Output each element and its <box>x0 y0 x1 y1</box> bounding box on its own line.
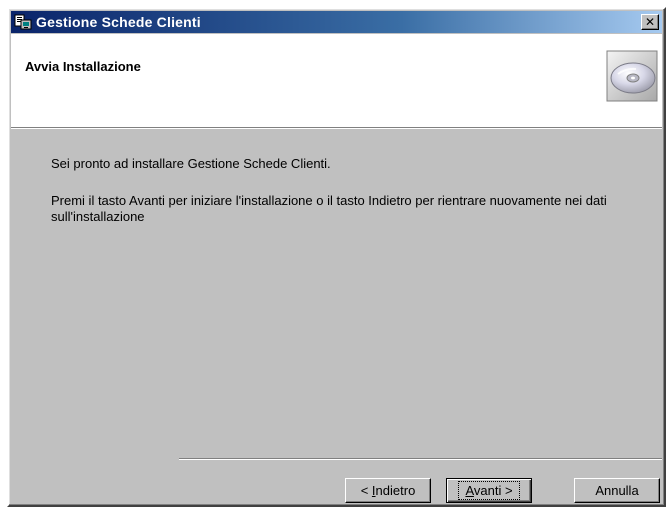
next-button[interactable]: Avanti > <box>446 478 532 503</box>
installer-icon <box>14 14 32 30</box>
close-button[interactable]: ✕ <box>641 14 659 30</box>
ready-message: Sei pronto ad installare Gestione Schede… <box>51 156 331 171</box>
installer-window: Gestione Schede Clienti ✕ Avvia Installa… <box>7 7 666 507</box>
instruction-message: Premi il tasto Avanti per iniziare l'ins… <box>51 193 607 224</box>
wizard-header: Avvia Installazione <box>11 34 662 129</box>
back-button[interactable]: < Indietro <box>345 478 431 503</box>
page-title: Avvia Installazione <box>25 59 141 74</box>
button-separator <box>179 458 662 460</box>
cancel-button[interactable]: Annulla <box>574 478 660 503</box>
wizard-content: Sei pronto ad installare Gestione Schede… <box>11 129 662 503</box>
cd-icon <box>606 50 658 102</box>
window-title: Gestione Schede Clienti <box>36 14 201 30</box>
close-icon: ✕ <box>644 15 656 29</box>
title-bar[interactable]: Gestione Schede Clienti ✕ <box>11 11 662 33</box>
back-button-label: < Indietro <box>360 483 416 498</box>
next-button-label: Avanti > <box>458 481 520 500</box>
cancel-button-label: Annulla <box>595 483 639 498</box>
